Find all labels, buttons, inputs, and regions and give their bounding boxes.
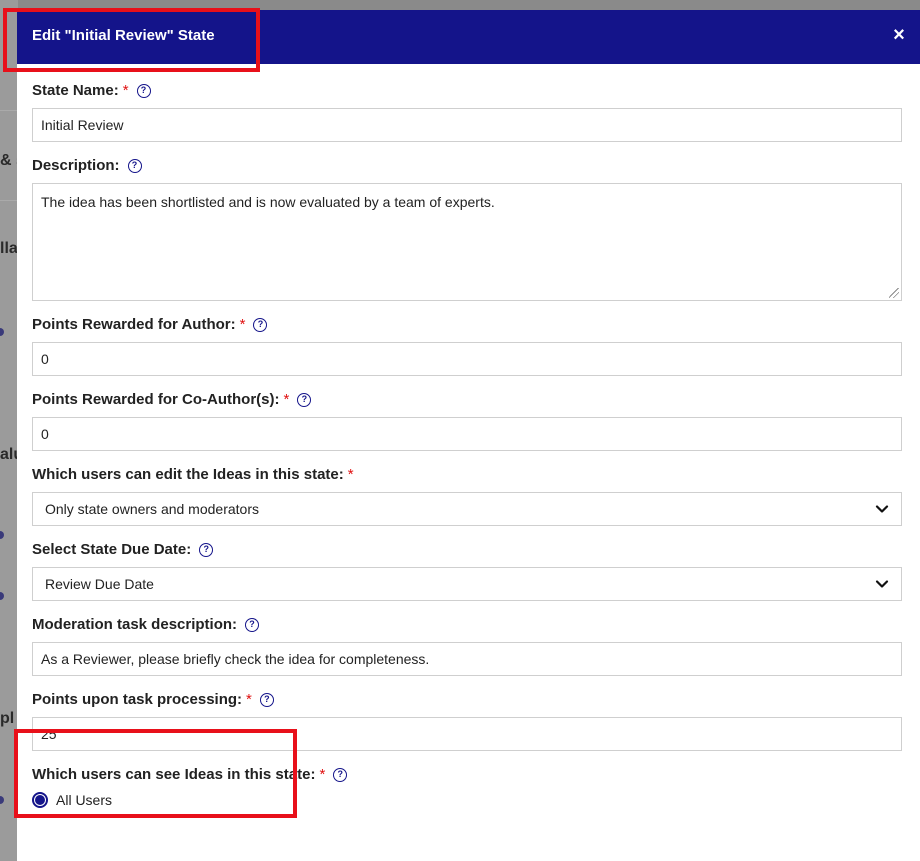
required-marker: * xyxy=(239,316,246,333)
due-date-select[interactable]: Review Due Date xyxy=(32,567,902,601)
chevron-down-icon xyxy=(875,505,889,513)
required-marker: * xyxy=(283,391,290,408)
question-circle-icon[interactable]: ? xyxy=(297,392,312,407)
background-dot xyxy=(0,328,4,336)
points-author-input[interactable]: 0 xyxy=(32,342,902,376)
background-dot xyxy=(0,531,4,539)
radio-option-all-users[interactable]: All Users xyxy=(32,792,902,808)
question-circle-icon[interactable]: ? xyxy=(199,542,214,557)
moderation-task-field: Moderation task description: ? As a Revi… xyxy=(32,612,902,676)
background-dot xyxy=(0,592,4,600)
points-coauthor-field: Points Rewarded for Co-Author(s): * ? 0 xyxy=(32,387,902,451)
radio-button[interactable] xyxy=(32,792,48,808)
background-text: pl xyxy=(0,710,15,727)
background-dot xyxy=(0,796,4,804)
divider xyxy=(0,110,18,111)
see-users-label: Which users can see Ideas in this state: xyxy=(32,766,316,783)
background-page: & s lla alu pl xyxy=(0,0,18,861)
required-marker: * xyxy=(319,766,326,783)
question-circle-icon[interactable]: ? xyxy=(245,617,260,632)
background-text: & s xyxy=(0,152,18,169)
question-circle-icon[interactable]: ? xyxy=(253,317,268,332)
description-label: Description: xyxy=(32,157,120,174)
see-users-field: Which users can see Ideas in this state:… xyxy=(32,762,902,808)
description-text: The idea has been shortlisted and is now… xyxy=(41,194,495,210)
question-circle-icon[interactable]: ? xyxy=(333,767,348,782)
due-date-selected: Review Due Date xyxy=(45,576,154,592)
chevron-down-icon xyxy=(875,580,889,588)
description-field: Description: ? The idea has been shortli… xyxy=(32,153,902,301)
background-text: lla xyxy=(0,240,18,257)
moderation-task-label: Moderation task description: xyxy=(32,616,238,633)
question-circle-icon[interactable]: ? xyxy=(127,158,142,173)
radio-selected-dot xyxy=(35,795,45,805)
modal-body: State Name: * ? Initial Review Descripti… xyxy=(17,64,920,808)
points-task-input[interactable]: 25 xyxy=(32,717,902,751)
close-icon[interactable]: × xyxy=(888,24,910,46)
points-coauthor-input[interactable]: 0 xyxy=(32,417,902,451)
modal-header: Edit "Initial Review" State × xyxy=(17,10,920,64)
modal-title: Edit "Initial Review" State xyxy=(32,27,215,44)
state-name-label: State Name: xyxy=(32,82,119,99)
question-circle-icon[interactable]: ? xyxy=(259,692,274,707)
question-circle-icon[interactable]: ? xyxy=(136,83,151,98)
divider xyxy=(0,200,18,201)
due-date-label: Select State Due Date: xyxy=(32,541,192,558)
points-task-label: Points upon task processing: xyxy=(32,691,243,708)
edit-users-label: Which users can edit the Ideas in this s… xyxy=(32,466,344,483)
required-marker: * xyxy=(246,691,252,708)
points-author-label: Points Rewarded for Author: xyxy=(32,316,236,333)
points-author-field: Points Rewarded for Author: * ? 0 xyxy=(32,312,902,376)
radio-label: All Users xyxy=(56,792,113,808)
edit-users-select[interactable]: Only state owners and moderators xyxy=(32,492,902,526)
points-task-field: Points upon task processing: * ? 25 xyxy=(32,687,902,751)
resize-handle[interactable] xyxy=(889,288,899,298)
moderation-task-input[interactable]: As a Reviewer, please briefly check the … xyxy=(32,642,902,676)
required-marker: * xyxy=(122,82,129,99)
edit-state-modal: Edit "Initial Review" State × State Name… xyxy=(17,10,920,861)
state-name-field: State Name: * ? Initial Review xyxy=(32,78,902,142)
edit-users-selected: Only state owners and moderators xyxy=(45,501,259,517)
points-coauthor-label: Points Rewarded for Co-Author(s): xyxy=(32,391,280,408)
due-date-field: Select State Due Date: ? Review Due Date xyxy=(32,537,902,601)
required-marker: * xyxy=(347,466,354,483)
edit-users-field: Which users can edit the Ideas in this s… xyxy=(32,462,902,526)
background-text: alu xyxy=(0,446,18,463)
description-textarea[interactable]: The idea has been shortlisted and is now… xyxy=(32,183,902,301)
state-name-input[interactable]: Initial Review xyxy=(32,108,902,142)
